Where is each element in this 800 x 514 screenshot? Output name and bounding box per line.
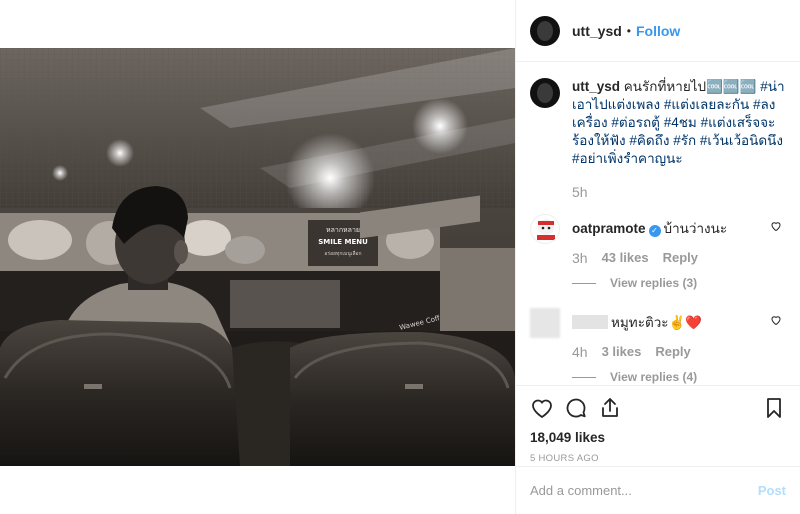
- like-count[interactable]: 18,049 likes: [530, 430, 786, 445]
- hashtag[interactable]: #เว้นเว้อนิดนึง: [700, 133, 783, 148]
- comment-text: oatpramote ✓ บ้านว่างนะ: [572, 214, 794, 238]
- caption-avatar[interactable]: [530, 78, 560, 108]
- caption-text: utt_ysd คนรักที่หายไป🆒🆒🆒 #น่าเอาไปแต่งเพ…: [572, 78, 794, 168]
- hashtag[interactable]: #คิดถึง: [629, 133, 669, 148]
- comment-text: หมูทะติวะ✌️❤️: [572, 308, 794, 332]
- heart-icon[interactable]: [530, 396, 554, 420]
- share-icon[interactable]: [598, 396, 622, 420]
- comment-username[interactable]: oatpramote: [572, 221, 646, 236]
- post-photo[interactable]: หลากหลาย SMILE MENU อร่อยทุกเมนูเลือก Wa…: [0, 48, 515, 466]
- comments-list[interactable]: utt_ysd คนรักที่หายไป🆒🆒🆒 #น่าเอาไปแต่งเพ…: [516, 62, 800, 385]
- comment-likes[interactable]: 43 likes: [602, 250, 649, 266]
- post-photo-illustration: หลากหลาย SMILE MENU อร่อยทุกเมนูเลือก Wa…: [0, 48, 515, 466]
- comment-icon[interactable]: [564, 396, 588, 420]
- comment-username-redacted[interactable]: [572, 315, 608, 329]
- view-replies-button[interactable]: View replies (4): [572, 370, 786, 384]
- caption-time[interactable]: 5h: [572, 184, 588, 200]
- sign-line: อร่อยทุกเมนูเลือก: [324, 250, 361, 257]
- post-side-panel: utt_ysd • Follow utt_ysd คนรักที่หายไป🆒🆒…: [515, 0, 800, 514]
- view-replies-label: View replies (3): [610, 276, 698, 290]
- post-actions: 18,049 likes 5 HOURS AGO: [516, 385, 800, 465]
- caption-username[interactable]: utt_ysd: [572, 79, 620, 94]
- reply-button[interactable]: Reply: [663, 250, 698, 266]
- comment-body: บ้านว่างนะ: [663, 221, 728, 236]
- comment-likes[interactable]: 3 likes: [602, 344, 642, 360]
- post-button[interactable]: Post: [758, 483, 786, 498]
- author-username[interactable]: utt_ysd: [572, 23, 622, 39]
- verified-badge-icon: ✓: [648, 225, 661, 237]
- commenter-avatar[interactable]: [530, 308, 560, 338]
- view-replies-label: View replies (4): [610, 370, 698, 384]
- add-comment-bar: Add a comment... Post: [516, 466, 800, 514]
- comment-input[interactable]: Add a comment...: [530, 483, 758, 498]
- author-avatar[interactable]: [530, 15, 560, 46]
- comment-time[interactable]: 4h: [572, 344, 588, 360]
- view-replies-button[interactable]: View replies (3): [572, 276, 786, 290]
- comment-item: oatpramote ✓ บ้านว่างนะ 3h 43 likes Reply: [530, 214, 786, 266]
- caption: utt_ysd คนรักที่หายไป🆒🆒🆒 #น่าเอาไปแต่งเพ…: [530, 78, 786, 200]
- commenter-avatar-image: [537, 219, 555, 240]
- hashtag[interactable]: #ต่อรถตู้: [611, 115, 660, 130]
- reply-button[interactable]: Reply: [655, 344, 690, 360]
- comment-like-heart-icon[interactable]: [770, 314, 782, 326]
- caption-body: คนรักที่หายไป🆒🆒🆒: [620, 79, 761, 94]
- replies-divider: [572, 282, 596, 284]
- hashtag[interactable]: #รัก: [673, 133, 696, 148]
- replies-divider: [572, 376, 596, 378]
- hashtag[interactable]: #4ชม: [664, 115, 697, 130]
- sign-title: หลากหลาย: [326, 226, 360, 234]
- photo-pane: หลากหลาย SMILE MENU อร่อยทุกเมนูเลือก Wa…: [0, 0, 515, 514]
- comment-body: หมูทะติวะ✌️❤️: [611, 315, 703, 330]
- comment-item: หมูทะติวะ✌️❤️ 4h 3 likes Reply: [530, 308, 786, 360]
- post-header: utt_ysd • Follow: [516, 0, 800, 62]
- separator-dot: •: [626, 23, 631, 38]
- bookmark-icon[interactable]: [762, 396, 786, 420]
- hashtag[interactable]: #อย่าเพิ่งรำคาญนะ: [572, 151, 683, 166]
- commenter-avatar[interactable]: [530, 214, 560, 244]
- sign-subtitle: SMILE MENU: [318, 238, 368, 246]
- comment-like-heart-icon[interactable]: [770, 220, 782, 232]
- post-timestamp[interactable]: 5 HOURS AGO: [530, 453, 786, 464]
- follow-button[interactable]: Follow: [636, 23, 680, 39]
- comment-time[interactable]: 3h: [572, 250, 588, 266]
- hashtag[interactable]: #แต่งเลยละกัน: [664, 97, 749, 112]
